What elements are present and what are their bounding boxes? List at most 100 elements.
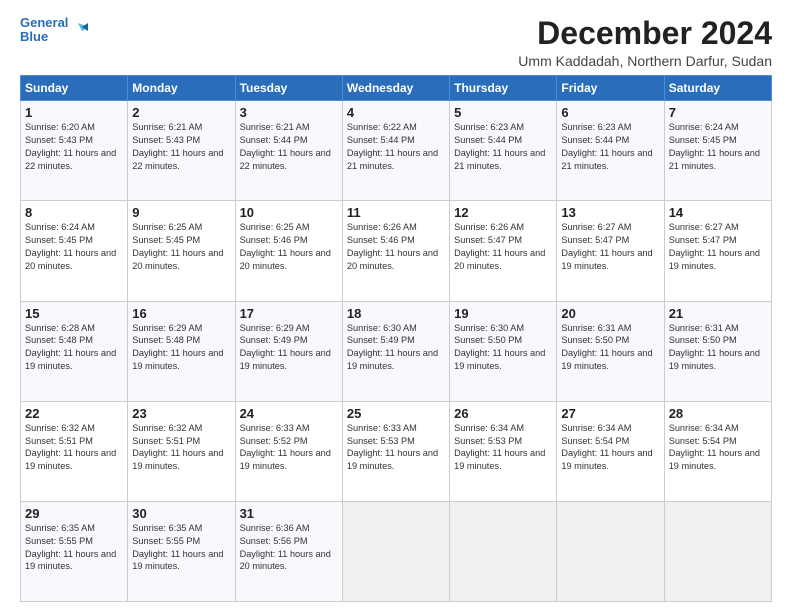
table-row: 23 Sunrise: 6:32 AMSunset: 5:51 PMDaylig… (128, 401, 235, 501)
day-info: Sunrise: 6:36 AMSunset: 5:56 PMDaylight:… (240, 522, 338, 574)
calendar-header-row: Sunday Monday Tuesday Wednesday Thursday… (21, 76, 772, 101)
table-row: 31 Sunrise: 6:36 AMSunset: 5:56 PMDaylig… (235, 501, 342, 601)
logo: General Blue (20, 16, 88, 45)
col-friday: Friday (557, 76, 664, 101)
col-thursday: Thursday (450, 76, 557, 101)
day-info: Sunrise: 6:25 AMSunset: 5:45 PMDaylight:… (132, 221, 230, 273)
subtitle: Umm Kaddadah, Northern Darfur, Sudan (518, 53, 772, 69)
day-info: Sunrise: 6:32 AMSunset: 5:51 PMDaylight:… (25, 422, 123, 474)
col-saturday: Saturday (664, 76, 771, 101)
day-info: Sunrise: 6:20 AMSunset: 5:43 PMDaylight:… (25, 121, 123, 173)
calendar-week-row: 29 Sunrise: 6:35 AMSunset: 5:55 PMDaylig… (21, 501, 772, 601)
day-info: Sunrise: 6:23 AMSunset: 5:44 PMDaylight:… (561, 121, 659, 173)
logo-blue: Blue (20, 30, 68, 44)
day-number: 9 (132, 205, 230, 220)
day-number: 28 (669, 406, 767, 421)
table-row: 22 Sunrise: 6:32 AMSunset: 5:51 PMDaylig… (21, 401, 128, 501)
day-info: Sunrise: 6:21 AMSunset: 5:43 PMDaylight:… (132, 121, 230, 173)
day-number: 20 (561, 306, 659, 321)
day-info: Sunrise: 6:31 AMSunset: 5:50 PMDaylight:… (561, 322, 659, 374)
col-tuesday: Tuesday (235, 76, 342, 101)
table-row: 29 Sunrise: 6:35 AMSunset: 5:55 PMDaylig… (21, 501, 128, 601)
day-info: Sunrise: 6:27 AMSunset: 5:47 PMDaylight:… (669, 221, 767, 273)
table-row: 5 Sunrise: 6:23 AMSunset: 5:44 PMDayligh… (450, 101, 557, 201)
day-info: Sunrise: 6:22 AMSunset: 5:44 PMDaylight:… (347, 121, 445, 173)
day-number: 12 (454, 205, 552, 220)
table-row (557, 501, 664, 601)
day-info: Sunrise: 6:26 AMSunset: 5:47 PMDaylight:… (454, 221, 552, 273)
day-number: 13 (561, 205, 659, 220)
day-number: 7 (669, 105, 767, 120)
day-number: 1 (25, 105, 123, 120)
table-row: 30 Sunrise: 6:35 AMSunset: 5:55 PMDaylig… (128, 501, 235, 601)
day-number: 30 (132, 506, 230, 521)
day-number: 4 (347, 105, 445, 120)
table-row: 17 Sunrise: 6:29 AMSunset: 5:49 PMDaylig… (235, 301, 342, 401)
day-number: 24 (240, 406, 338, 421)
day-info: Sunrise: 6:26 AMSunset: 5:46 PMDaylight:… (347, 221, 445, 273)
table-row: 6 Sunrise: 6:23 AMSunset: 5:44 PMDayligh… (557, 101, 664, 201)
day-number: 25 (347, 406, 445, 421)
table-row: 26 Sunrise: 6:34 AMSunset: 5:53 PMDaylig… (450, 401, 557, 501)
table-row (664, 501, 771, 601)
table-row: 16 Sunrise: 6:29 AMSunset: 5:48 PMDaylig… (128, 301, 235, 401)
table-row (342, 501, 449, 601)
calendar-week-row: 22 Sunrise: 6:32 AMSunset: 5:51 PMDaylig… (21, 401, 772, 501)
table-row: 3 Sunrise: 6:21 AMSunset: 5:44 PMDayligh… (235, 101, 342, 201)
col-monday: Monday (128, 76, 235, 101)
header: General Blue December 2024 Umm Kaddadah,… (20, 16, 772, 69)
day-number: 19 (454, 306, 552, 321)
logo-bird-icon (70, 21, 88, 39)
day-number: 2 (132, 105, 230, 120)
page: General Blue December 2024 Umm Kaddadah,… (0, 0, 792, 612)
table-row: 15 Sunrise: 6:28 AMSunset: 5:48 PMDaylig… (21, 301, 128, 401)
main-title: December 2024 (518, 16, 772, 51)
day-number: 6 (561, 105, 659, 120)
day-number: 16 (132, 306, 230, 321)
day-number: 14 (669, 205, 767, 220)
table-row: 13 Sunrise: 6:27 AMSunset: 5:47 PMDaylig… (557, 201, 664, 301)
day-info: Sunrise: 6:30 AMSunset: 5:49 PMDaylight:… (347, 322, 445, 374)
day-number: 8 (25, 205, 123, 220)
col-sunday: Sunday (21, 76, 128, 101)
title-block: December 2024 Umm Kaddadah, Northern Dar… (518, 16, 772, 69)
calendar-week-row: 15 Sunrise: 6:28 AMSunset: 5:48 PMDaylig… (21, 301, 772, 401)
table-row: 25 Sunrise: 6:33 AMSunset: 5:53 PMDaylig… (342, 401, 449, 501)
logo-mark: General Blue (20, 16, 88, 45)
day-info: Sunrise: 6:35 AMSunset: 5:55 PMDaylight:… (132, 522, 230, 574)
day-info: Sunrise: 6:25 AMSunset: 5:46 PMDaylight:… (240, 221, 338, 273)
table-row: 19 Sunrise: 6:30 AMSunset: 5:50 PMDaylig… (450, 301, 557, 401)
table-row: 28 Sunrise: 6:34 AMSunset: 5:54 PMDaylig… (664, 401, 771, 501)
day-info: Sunrise: 6:30 AMSunset: 5:50 PMDaylight:… (454, 322, 552, 374)
day-info: Sunrise: 6:29 AMSunset: 5:48 PMDaylight:… (132, 322, 230, 374)
table-row: 9 Sunrise: 6:25 AMSunset: 5:45 PMDayligh… (128, 201, 235, 301)
day-info: Sunrise: 6:23 AMSunset: 5:44 PMDaylight:… (454, 121, 552, 173)
day-info: Sunrise: 6:34 AMSunset: 5:53 PMDaylight:… (454, 422, 552, 474)
table-row: 20 Sunrise: 6:31 AMSunset: 5:50 PMDaylig… (557, 301, 664, 401)
table-row: 8 Sunrise: 6:24 AMSunset: 5:45 PMDayligh… (21, 201, 128, 301)
day-number: 27 (561, 406, 659, 421)
day-number: 26 (454, 406, 552, 421)
day-info: Sunrise: 6:35 AMSunset: 5:55 PMDaylight:… (25, 522, 123, 574)
day-number: 5 (454, 105, 552, 120)
logo-general: General (20, 16, 68, 30)
day-number: 17 (240, 306, 338, 321)
day-number: 21 (669, 306, 767, 321)
day-info: Sunrise: 6:24 AMSunset: 5:45 PMDaylight:… (669, 121, 767, 173)
day-number: 29 (25, 506, 123, 521)
table-row: 11 Sunrise: 6:26 AMSunset: 5:46 PMDaylig… (342, 201, 449, 301)
day-info: Sunrise: 6:34 AMSunset: 5:54 PMDaylight:… (669, 422, 767, 474)
table-row: 24 Sunrise: 6:33 AMSunset: 5:52 PMDaylig… (235, 401, 342, 501)
calendar-week-row: 1 Sunrise: 6:20 AMSunset: 5:43 PMDayligh… (21, 101, 772, 201)
day-info: Sunrise: 6:21 AMSunset: 5:44 PMDaylight:… (240, 121, 338, 173)
day-number: 23 (132, 406, 230, 421)
table-row: 12 Sunrise: 6:26 AMSunset: 5:47 PMDaylig… (450, 201, 557, 301)
day-info: Sunrise: 6:32 AMSunset: 5:51 PMDaylight:… (132, 422, 230, 474)
table-row: 27 Sunrise: 6:34 AMSunset: 5:54 PMDaylig… (557, 401, 664, 501)
table-row: 10 Sunrise: 6:25 AMSunset: 5:46 PMDaylig… (235, 201, 342, 301)
day-info: Sunrise: 6:31 AMSunset: 5:50 PMDaylight:… (669, 322, 767, 374)
day-number: 15 (25, 306, 123, 321)
table-row: 4 Sunrise: 6:22 AMSunset: 5:44 PMDayligh… (342, 101, 449, 201)
day-info: Sunrise: 6:33 AMSunset: 5:53 PMDaylight:… (347, 422, 445, 474)
day-number: 31 (240, 506, 338, 521)
